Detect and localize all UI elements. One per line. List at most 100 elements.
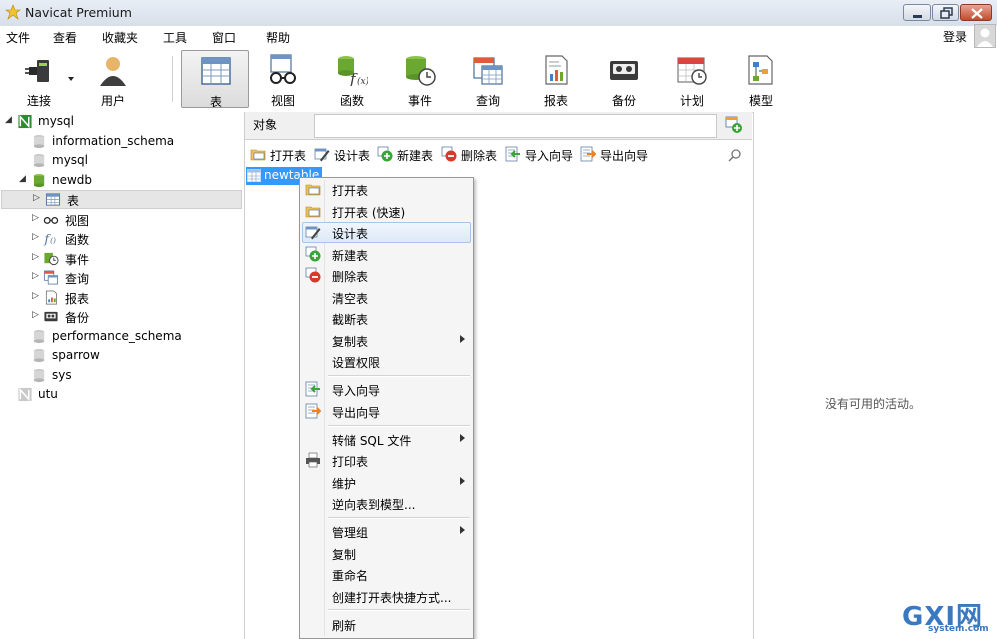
menu-item-duplicate-table[interactable]: 复制表 [302,330,471,351]
tree-item-connection-closed[interactable]: utu [0,385,243,404]
collapsed-arrow-icon[interactable]: ▷ [32,310,41,320]
toolbar-schedule-button[interactable]: 计划 [659,50,725,108]
menu-file[interactable]: 文件 [6,29,30,46]
menu-item-set-permissions[interactable]: 设置权限 [302,351,471,372]
avatar[interactable] [974,24,996,48]
tree-item-database[interactable]: information_schema [0,132,243,151]
minimize-button[interactable] [903,4,931,21]
navigation-tree[interactable]: ◢ mysql information_schema mysql ◢ newdb… [0,112,245,639]
toolbar-connect-label: 连接 [26,94,51,108]
toolbar-model-button[interactable]: 模型 [728,50,794,108]
design-table-icon[interactable] [314,146,330,162]
tree-item-database[interactable]: sparrow [0,346,243,365]
tree-item-connection[interactable]: ◢ mysql [0,112,243,131]
toolbar-connect-button[interactable]: 连接 [6,50,74,108]
import-icon[interactable] [505,146,521,162]
no-activity-text: 没有可用的活动。 [825,397,922,411]
toolbar-table-label: 表 [209,95,222,109]
collapsed-arrow-icon[interactable]: ▷ [32,252,41,262]
tab-objects[interactable]: 对象 [253,116,277,133]
menu-item-open-table-fast[interactable]: 打开表 (快速) [302,201,471,222]
tree-item-backups[interactable]: ▷ 备份 [0,307,243,326]
toolbar-event-button[interactable]: 事件 [387,50,453,108]
toolbar-function-button[interactable]: f (x) 函数 [319,50,385,108]
toolbar-backup-button[interactable]: 备份 [591,50,657,108]
toolbar-query-button[interactable]: 查询 [455,50,521,108]
restore-button[interactable] [932,4,959,21]
menu-item-delete-table[interactable]: 删除表 [302,265,471,286]
menu-window[interactable]: 窗口 [212,29,236,46]
menu-view[interactable]: 查看 [53,29,77,46]
export-wizard-button[interactable]: 导出向导 [600,147,648,164]
tree-item-reports[interactable]: ▷ 报表 [0,288,243,307]
new-table-icon[interactable] [377,146,393,162]
tree-item-functions[interactable]: ▷ f () 函数 [0,229,243,248]
menu-favorites[interactable]: 收藏夹 [102,29,138,46]
open-table-button[interactable]: 打开表 [270,147,306,164]
svg-text:(): () [50,236,56,245]
export-icon[interactable] [580,146,596,162]
toolbar-user-button[interactable]: 用户 [80,50,146,108]
menu-item-create-shortcut[interactable]: 创建打开表快捷方式... [302,586,471,607]
watermark-site: system.com [928,624,989,634]
login-link[interactable]: 登录 [943,28,967,45]
menu-item-label: 复制表 [332,334,369,349]
toolbar-report-button[interactable]: 报表 [523,50,589,108]
menu-item-empty-table[interactable]: 清空表 [302,287,471,308]
toolbar-table-button[interactable]: 表 [181,50,249,109]
toolbar-view-button[interactable]: 视图 [250,50,316,108]
dropdown-arrow-icon[interactable] [68,76,74,82]
title-bar[interactable]: Navicat Premium [0,0,997,27]
menu-item-design-table[interactable]: 设计表 [302,222,471,243]
open-table-icon[interactable] [250,146,266,162]
search-icon[interactable] [728,148,742,162]
tree-item-database-open[interactable]: ◢ newdb [0,171,243,190]
menu-item-refresh[interactable]: 刷新 [302,614,471,635]
table-icon [45,193,61,206]
new-object-icon[interactable] [725,116,743,134]
tree-item-database[interactable]: performance_schema [0,327,243,346]
design-table-button[interactable]: 设计表 [334,147,370,164]
open-table-icon [305,184,321,196]
menu-item-dump-sql[interactable]: 转储 SQL 文件 [302,429,471,450]
collapsed-arrow-icon[interactable]: ▷ [33,193,42,203]
tree-item-views[interactable]: ▷ 视图 [0,210,243,229]
object-filter-input[interactable] [314,114,717,138]
menu-item-print-table[interactable]: 打印表 [302,450,471,471]
expanded-arrow-icon[interactable]: ◢ [5,115,14,125]
collapsed-arrow-icon[interactable]: ▷ [32,213,41,223]
model-icon [748,55,773,85]
menu-item-rename[interactable]: 重命名 [302,564,471,585]
tree-item-database[interactable]: mysql [0,151,243,170]
menu-item-copy[interactable]: 复制 [302,543,471,564]
menu-item-import-wizard[interactable]: 导入向导 [302,379,471,400]
collapsed-arrow-icon[interactable]: ▷ [32,291,41,301]
report-icon [45,290,57,304]
menu-help[interactable]: 帮助 [266,29,290,46]
context-menu[interactable]: 打开表 打开表 (快速) 设计表 新建表 删除表 清空表 截断表 复制表 设置权… [299,177,474,639]
delete-table-button[interactable]: 删除表 [461,147,497,164]
menu-item-open-table[interactable]: 打开表 [302,179,471,200]
menu-item-reverse-to-model[interactable]: 逆向表到模型... [302,493,471,514]
new-table-button[interactable]: 新建表 [397,147,433,164]
collapsed-arrow-icon[interactable]: ▷ [32,232,41,242]
menu-item-new-table[interactable]: 新建表 [302,244,471,265]
menu-tools[interactable]: 工具 [163,29,187,46]
delete-table-icon[interactable] [441,146,457,162]
import-wizard-button[interactable]: 导入向导 [525,147,573,164]
tree-item-tables[interactable]: ▷ 表 [1,190,242,209]
close-button[interactable] [960,4,992,21]
collapsed-arrow-icon[interactable]: ▷ [32,271,41,281]
table-icon [201,57,231,85]
tree-item-queries[interactable]: ▷ 查询 [0,268,243,287]
tree-item-label: utu [38,387,58,401]
tree-item-events[interactable]: ▷ 事件 [0,249,243,268]
expanded-arrow-icon[interactable]: ◢ [19,174,28,184]
menu-item-maintain[interactable]: 维护 [302,472,471,493]
menu-item-manage-group[interactable]: 管理组 [302,521,471,542]
menu-item-export-wizard[interactable]: 导出向导 [302,401,471,422]
window-title: Navicat Premium [25,5,132,20]
tree-item-database[interactable]: sys [0,366,243,385]
toolbar-model-label: 模型 [748,94,773,108]
menu-item-truncate-table[interactable]: 截断表 [302,308,471,329]
